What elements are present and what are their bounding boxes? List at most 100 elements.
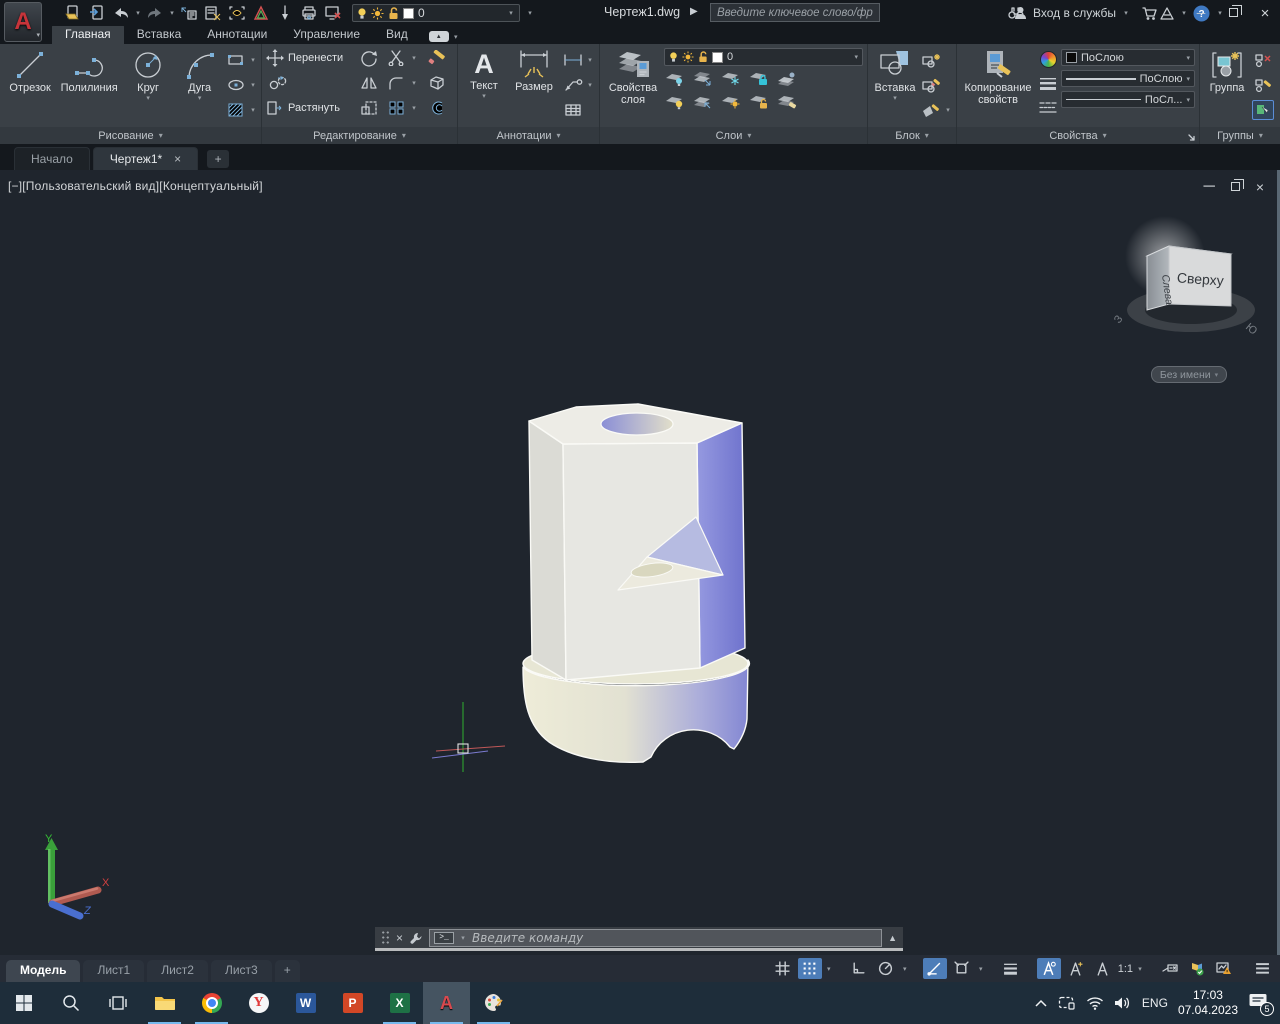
search-expand-icon[interactable]: ▶	[690, 6, 698, 17]
redo-button[interactable]	[144, 3, 166, 23]
hatch-dropdown[interactable]: ▾	[249, 106, 257, 114]
erase-button[interactable]	[426, 48, 448, 68]
compass-south-label[interactable]: Ю	[1243, 321, 1259, 337]
quick-properties-icon[interactable]	[1158, 958, 1182, 979]
taskbar-search-button[interactable]	[47, 982, 94, 1024]
snap-mode-icon[interactable]	[797, 958, 822, 979]
layer-thaw-button[interactable]	[720, 92, 742, 112]
annotation-visibility-icon[interactable]	[1036, 958, 1061, 979]
rectangle-dropdown[interactable]: ▾	[249, 56, 257, 64]
tab-view[interactable]: Вид	[373, 25, 421, 44]
fillet-button[interactable]: ▾	[388, 76, 426, 90]
task-view-button[interactable]	[94, 982, 141, 1024]
qat-customize-button[interactable]: ▾	[526, 9, 534, 17]
insert-block-button[interactable]: Вставка ▾	[872, 47, 918, 127]
ungroup-button[interactable]	[1252, 50, 1274, 70]
leader-button[interactable]	[562, 75, 584, 95]
scale-dropdown[interactable]: ▾	[1136, 965, 1144, 973]
taskbar-excel[interactable]: X	[376, 982, 423, 1024]
group-selection-toggle[interactable]	[1252, 100, 1274, 120]
wifi-icon[interactable]	[1086, 996, 1104, 1010]
rectangle-button[interactable]	[225, 50, 247, 70]
match-properties-button[interactable]: Копирование свойств	[961, 47, 1035, 127]
layer-match-button[interactable]	[776, 92, 798, 112]
customization-menu-icon[interactable]	[1250, 958, 1274, 979]
taskbar-clock[interactable]: 17:03 07.04.2023	[1178, 988, 1238, 1018]
layer-freeze-button[interactable]	[720, 69, 742, 89]
command-drag-handle[interactable]	[381, 930, 390, 945]
command-history-toggle[interactable]: ▲	[888, 933, 897, 943]
block-editor-button[interactable]	[920, 100, 942, 120]
qat-layer-combo[interactable]: 0 ▾	[352, 4, 520, 22]
ellipse-button[interactable]	[225, 75, 247, 95]
panel-label-properties[interactable]: Свойства ▾	[957, 127, 1199, 144]
redo-dropdown[interactable]: ▾	[168, 9, 176, 17]
text-button[interactable]: A Текст ▾	[462, 47, 506, 127]
polyline-button[interactable]: Полилиния	[58, 47, 120, 127]
layer-off-button[interactable]	[664, 69, 686, 89]
viewport-minimize-button[interactable]: ─	[1203, 178, 1214, 196]
plumb-button[interactable]	[274, 3, 296, 23]
taskbar-explorer[interactable]	[141, 982, 188, 1024]
tab-manage[interactable]: Управление	[280, 25, 373, 44]
taskbar-paint[interactable]	[470, 982, 517, 1024]
arc-button[interactable]: Дуга ▾	[176, 47, 223, 127]
start-button[interactable]	[0, 982, 47, 1024]
layer-on-button[interactable]	[664, 92, 686, 112]
group-edit-button[interactable]	[1252, 75, 1274, 95]
group-button[interactable]: Группа	[1204, 47, 1250, 127]
undo-button[interactable]	[110, 3, 132, 23]
tab-layout2[interactable]: Лист2	[147, 960, 208, 982]
rotate-button[interactable]	[358, 48, 380, 68]
volume-icon[interactable]	[1114, 996, 1132, 1010]
tab-layout1[interactable]: Лист1	[83, 960, 145, 982]
layer-isolate-button[interactable]	[692, 69, 714, 89]
command-input[interactable]: >_ ▾ Введите команду	[429, 928, 883, 947]
circle-button[interactable]: Круг ▾	[122, 47, 174, 127]
compass-west-label[interactable]: З	[1112, 313, 1126, 326]
layer-unisolate-button[interactable]	[692, 92, 714, 112]
trim-dropdown[interactable]: ▾	[410, 54, 418, 62]
viewport-restore-button[interactable]	[1230, 178, 1244, 196]
tab-home[interactable]: Главная	[52, 25, 124, 44]
restore-button[interactable]	[1224, 5, 1242, 20]
trim-button[interactable]: ▾	[388, 49, 426, 66]
lineweight-display-icon[interactable]	[999, 958, 1023, 979]
close-tab-icon[interactable]: ×	[174, 152, 181, 166]
taskbar-powerpoint[interactable]: P	[329, 982, 376, 1024]
layer-unlock-button[interactable]	[748, 92, 770, 112]
dim-dropdown[interactable]: ▾	[586, 56, 594, 64]
fillet-dropdown[interactable]: ▾	[410, 79, 418, 87]
drawing-viewport[interactable]: [−][Пользовательский вид][Концептуальный…	[0, 170, 1280, 955]
object-color-combo[interactable]: ПоСлою ▾	[1061, 49, 1195, 66]
display-icon[interactable]	[1058, 996, 1076, 1010]
move-button[interactable]: Перенести	[266, 48, 358, 67]
viewport-controls[interactable]: [−][Пользовательский вид][Концептуальный…	[8, 179, 263, 193]
mirror-button[interactable]	[358, 73, 380, 93]
tab-model[interactable]: Модель	[6, 960, 81, 982]
dimension-button[interactable]: Размер	[508, 47, 560, 127]
app-menu-button[interactable]: A ▾	[4, 2, 42, 42]
ucs-icon[interactable]: Y X Z	[18, 830, 118, 925]
osnap-dropdown[interactable]: ▾	[977, 965, 985, 973]
tray-expand-icon[interactable]	[1034, 998, 1048, 1008]
file-tab-start[interactable]: Начало	[14, 147, 90, 170]
explode-button[interactable]	[426, 73, 448, 93]
taskbar-autocad[interactable]: A	[423, 982, 470, 1024]
offset-button[interactable]	[426, 98, 448, 118]
command-line-bar[interactable]: × >_ ▾ Введите команду ▲	[375, 927, 903, 951]
file-tab-drawing1[interactable]: Чертеж1* ×	[92, 147, 199, 170]
annotation-scale-value[interactable]: 1:1	[1118, 963, 1133, 975]
linetype-combo[interactable]: ПоСл... ▾	[1061, 91, 1195, 108]
taskbar-word[interactable]: W	[282, 982, 329, 1024]
object-snap-tracking-icon[interactable]	[922, 958, 947, 979]
block-editor-dropdown[interactable]: ▾	[944, 106, 952, 114]
array-button[interactable]: ▾	[388, 100, 426, 116]
save-button[interactable]	[86, 3, 108, 23]
store-button[interactable]	[1142, 0, 1158, 26]
panel-label-modify[interactable]: Редактирование ▾	[262, 127, 457, 144]
write-block-button[interactable]	[920, 75, 942, 95]
hatch-button[interactable]	[225, 100, 247, 120]
grid-display-icon[interactable]	[771, 958, 795, 979]
print-button[interactable]	[298, 3, 320, 23]
